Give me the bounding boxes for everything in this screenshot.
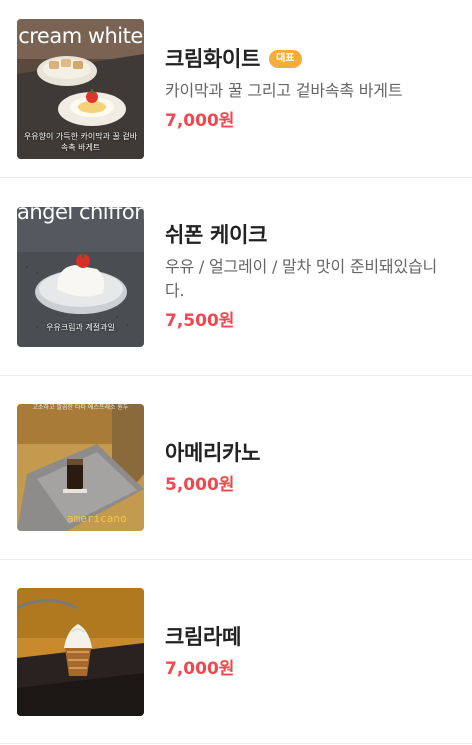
menu-item-info: 크림라떼 7,000원: [144, 623, 456, 681]
signature-badge: 대표: [269, 49, 302, 68]
menu-item-name: 쉬폰 케이크: [165, 222, 268, 247]
menu-item-cream-white[interactable]: cream white 우유향이 가득한 카이막과 꿀 겉바속촉 바게트 크림화…: [0, 0, 472, 178]
menu-item-info: 쉬폰 케이크 우유 / 얼그레이 / 말차 맛이 준비돼있습니다. 7,500원: [144, 221, 456, 333]
menu-item-name: 크림화이트: [165, 46, 261, 71]
menu-item-name: 아메리카노: [165, 440, 261, 465]
image-title: angel chiffon cake: [17, 206, 144, 224]
menu-item-americano[interactable]: 고소하고 깔끔한 타타 에스프레소 원두 americano 아메리카노 5,0…: [0, 376, 472, 560]
menu-item-photo: cream white 우유향이 가득한 카이막과 꿀 겉바속촉 바게트: [17, 18, 144, 159]
image-title: americano: [67, 512, 127, 525]
menu-item-info: 크림화이트 대표 카이막과 꿀 그리고 겉바속촉 바게트 7,000원: [144, 45, 456, 133]
menu-item-chiffon-cake[interactable]: angel chiffon cake 우유크림과 계절과일 쉬폰 케이크 우유 …: [0, 178, 472, 376]
name-row: 크림라떼: [165, 623, 456, 651]
menu-item-description: 카이막과 꿀 그리고 겉바속촉 바게트: [165, 80, 403, 100]
menu-list: cream white 우유향이 가득한 카이막과 꿀 겉바속촉 바게트 크림화…: [0, 0, 472, 744]
menu-item-photo: angel chiffon cake 우유크림과 계절과일: [17, 206, 144, 347]
menu-item-price: 7,000원: [165, 658, 235, 679]
menu-item-price: 7,500원: [165, 310, 235, 331]
image-small-text: 고소하고 깔끔한 타타 에스프레소 원두: [32, 404, 129, 411]
menu-item-price: 7,000원: [165, 110, 235, 131]
menu-item-info: 아메리카노 5,000원: [144, 439, 456, 497]
name-row: 크림화이트 대표: [165, 45, 456, 73]
image-title: cream white: [18, 23, 143, 48]
menu-item-photo: [17, 587, 144, 716]
cream-latte-photo: [17, 587, 144, 716]
name-row: 쉬폰 케이크: [165, 221, 456, 249]
menu-item-cream-latte[interactable]: 크림라떼 7,000원: [0, 560, 472, 744]
name-row: 아메리카노: [165, 439, 456, 467]
menu-item-description: 우유 / 얼그레이 / 말차 맛이 준비돼있습니다.: [165, 256, 438, 300]
menu-item-price: 5,000원: [165, 474, 235, 495]
image-caption: 우유크림과 계절과일: [46, 322, 115, 332]
menu-item-photo: 고소하고 깔끔한 타타 에스프레소 원두 americano: [17, 404, 144, 531]
image-caption: 우유향이 가득한 카이막과 꿀 겉바속촉 바게트: [23, 131, 138, 152]
menu-item-name: 크림라떼: [165, 624, 242, 649]
